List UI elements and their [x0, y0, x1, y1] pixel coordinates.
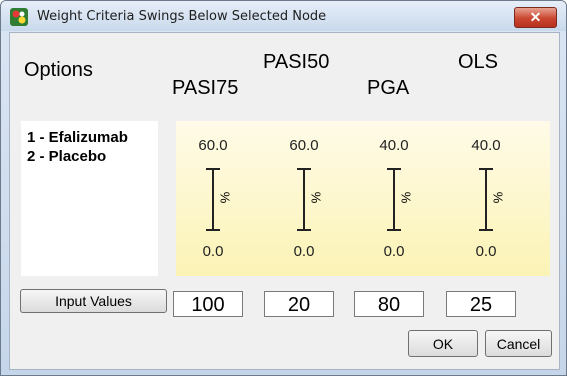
close-icon: ✕: [529, 9, 542, 25]
unit-label: %: [308, 191, 324, 204]
dialog-body: Options PASI75 PASI50 PGA OLS 1 - Efaliz…: [9, 32, 560, 370]
window-title: Weight Criteria Swings Below Selected No…: [37, 9, 327, 24]
app-icon: [10, 8, 28, 26]
swing-min-pasi50: 0.0: [293, 243, 315, 260]
value-input-pga[interactable]: 80: [354, 291, 424, 317]
value-input-ols[interactable]: 25: [446, 291, 516, 317]
input-values-button[interactable]: Input Values: [20, 289, 167, 313]
swing-max-ols: 40.0: [471, 137, 501, 154]
criterion-label-ols: OLS: [458, 51, 499, 73]
swing-max-pga: 40.0: [379, 137, 409, 154]
close-button[interactable]: ✕: [514, 7, 557, 28]
unit-label: %: [490, 191, 506, 204]
value-input-pasi50[interactable]: 20: [264, 291, 334, 317]
value-input-pasi75[interactable]: 100: [173, 291, 243, 317]
unit-label: %: [398, 191, 414, 204]
swing-min-ols: 0.0: [475, 243, 497, 260]
criterion-label-pasi75: PASI75: [172, 77, 239, 99]
list-item: 1 - Efalizumab: [27, 129, 128, 146]
dialog-window: Weight Criteria Swings Below Selected No…: [0, 0, 567, 376]
swing-min-pga: 0.0: [383, 243, 405, 260]
options-heading: Options: [24, 59, 93, 81]
swing-min-pasi75: 0.0: [202, 243, 224, 260]
criterion-label-pasi50: PASI50: [263, 51, 330, 73]
ok-button[interactable]: OK: [408, 330, 478, 357]
criterion-label-pga: PGA: [367, 77, 410, 99]
cancel-button[interactable]: Cancel: [485, 330, 552, 357]
title-bar[interactable]: Weight Criteria Swings Below Selected No…: [1, 1, 566, 31]
swing-max-pasi50: 60.0: [289, 137, 319, 154]
options-list: 1 - Efalizumab 2 - Placebo: [21, 121, 158, 276]
unit-label: %: [217, 191, 233, 204]
swing-panel: 60.0 % 0.0 60.0 % 0.0 40.0 % 0.0 40.0 % …: [176, 121, 550, 276]
swing-max-pasi75: 60.0: [198, 137, 228, 154]
list-item: 2 - Placebo: [27, 148, 107, 165]
